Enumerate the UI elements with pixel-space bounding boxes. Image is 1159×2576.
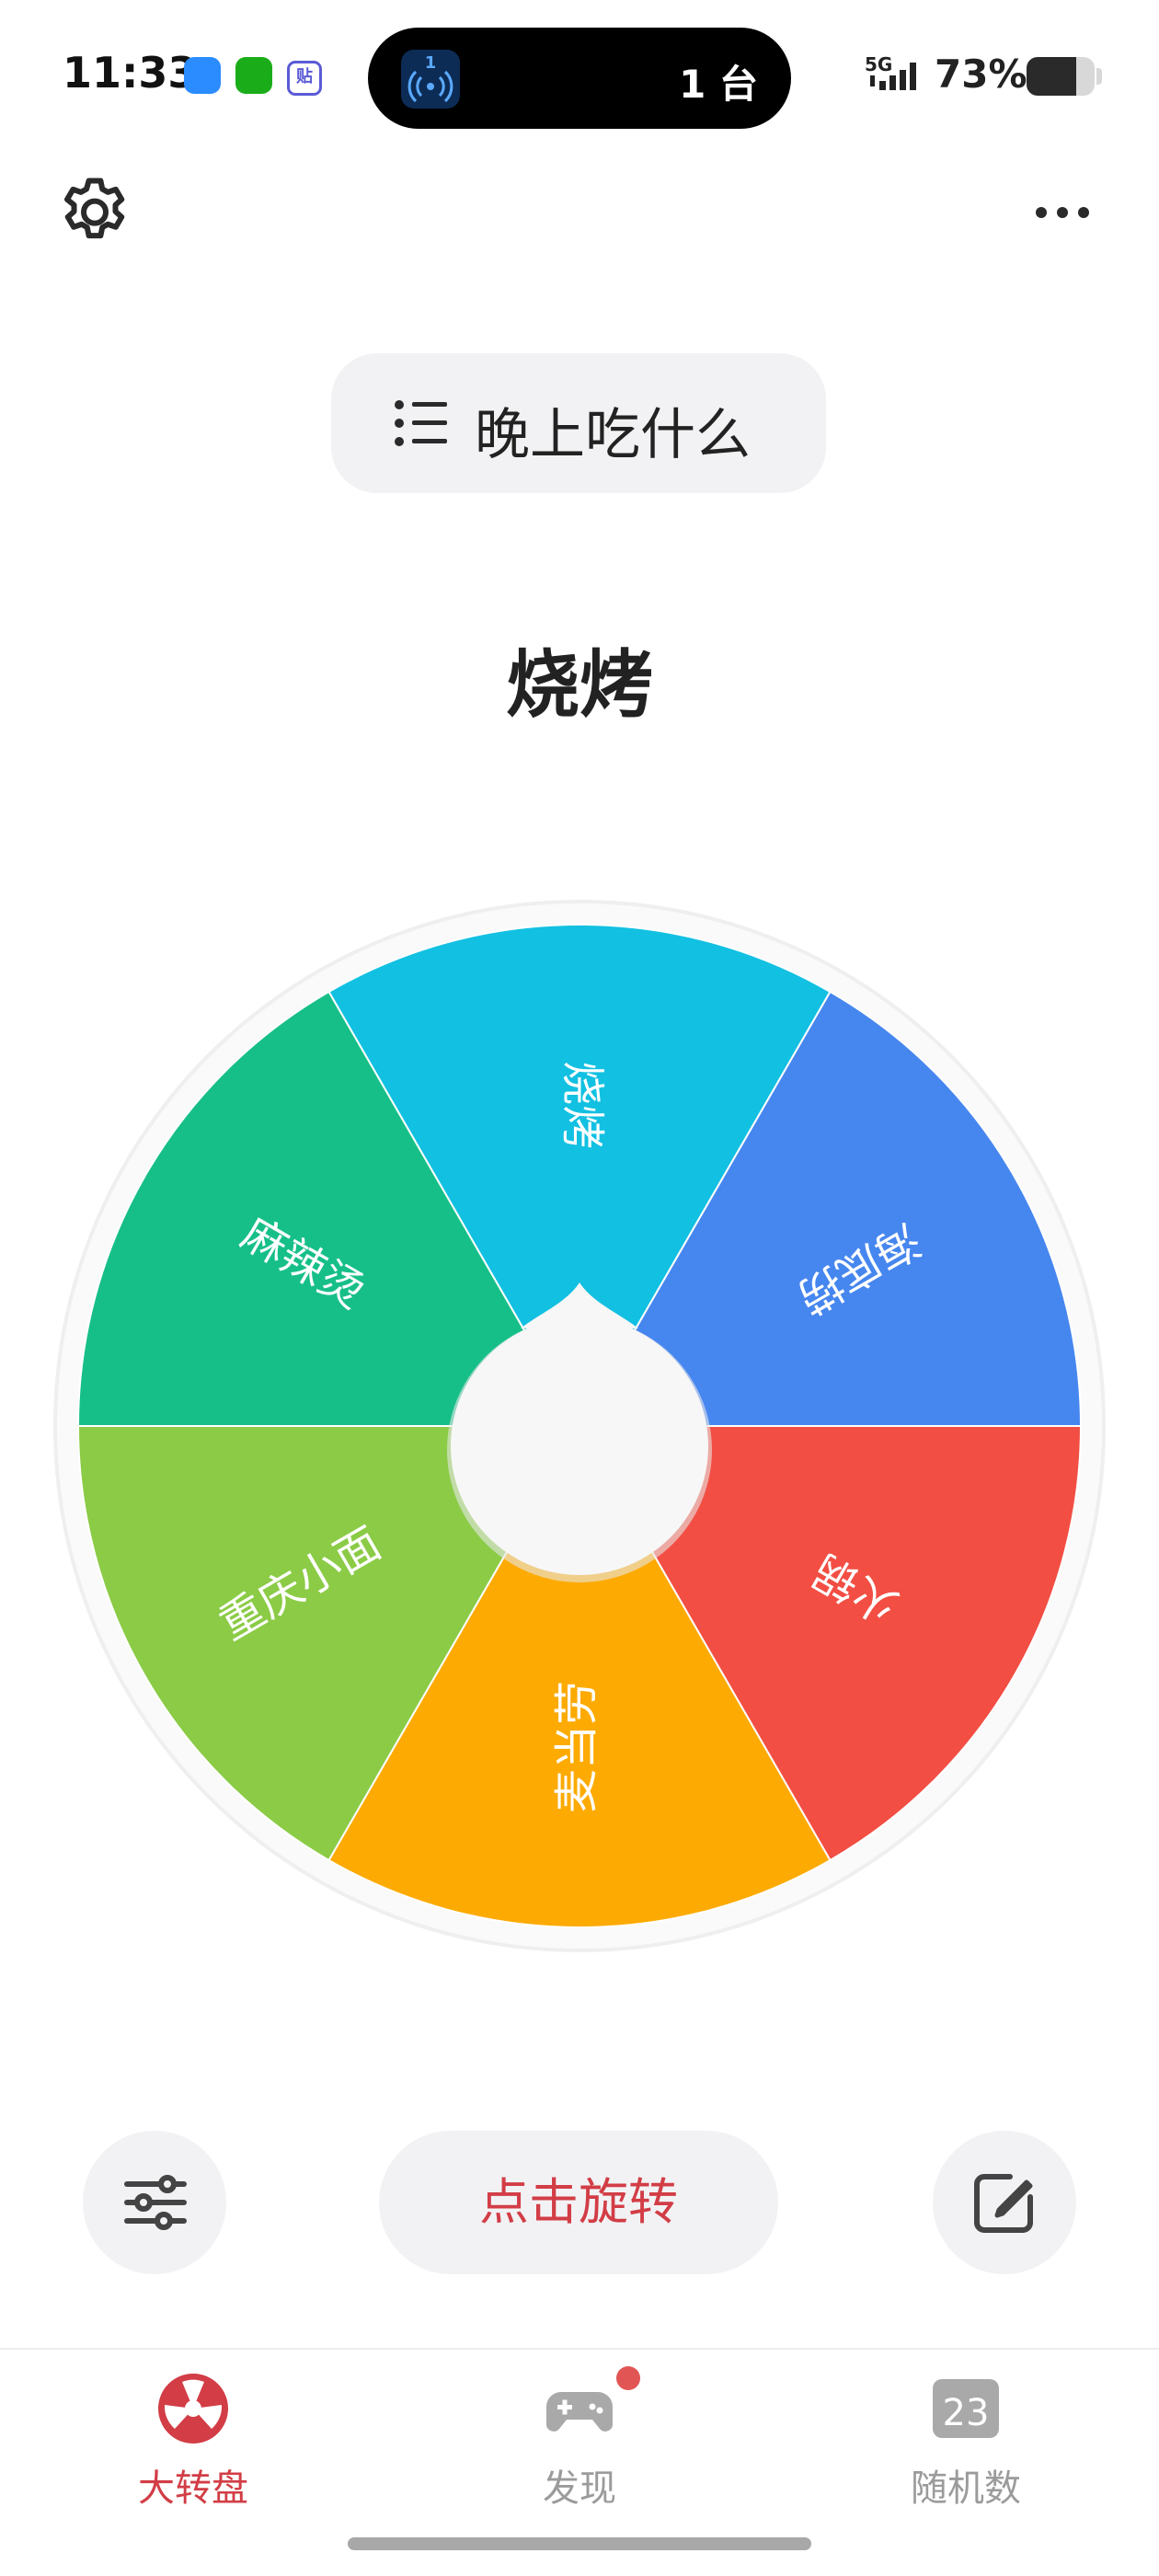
gamepad-icon [546,2392,613,2432]
list-selector-button[interactable]: 晚上吃什么 [331,353,826,493]
battery-tip [1096,68,1102,85]
edit-icon [974,2174,1033,2233]
notification-dot [616,2366,640,2390]
edit-button[interactable] [933,2131,1076,2274]
tab-wheel[interactable]: 大转盘 [55,2372,331,2528]
status-time: 11:33 [63,48,198,98]
wheel-tab-icon [158,2374,228,2444]
gear-icon [64,178,125,239]
battery-percent: 73% [935,52,1027,97]
settings-button[interactable] [53,171,136,254]
home-indicator [348,2537,811,2550]
battery-icon [1027,57,1095,96]
tab-random-number[interactable]: 23 随机数 [828,2372,1104,2528]
spin-button[interactable]: 点击旋转 [379,2131,778,2274]
island-device-count: 1 台 [679,62,758,107]
wheel-segment-label: 烧烤 [557,1061,608,1149]
tieba-notification-icon: 贴 [287,61,322,96]
tab-label: 随机数 [911,2467,1021,2510]
dynamic-island[interactable]: 1 1 台 [368,28,791,129]
more-horizontal-icon [1036,207,1089,218]
random-number-icon-text: 23 [943,2392,990,2434]
browser-notification-icon [184,57,221,94]
sliders-icon [124,2175,187,2230]
more-button[interactable] [1021,190,1104,236]
battery-fill [1027,57,1077,96]
spin-result: 烧烤 [506,642,653,728]
list-title: 晚上吃什么 [475,403,751,467]
status-bar: 11:33 贴 1 1 台 5G 73% [0,0,1159,156]
wheel-graphic: 烧烤海底捞火锅麦当劳重庆小面麻辣烫 [53,900,1106,1952]
wheel-segment-label: 麦当劳 [551,1681,602,1813]
list-icon [395,400,447,446]
app-screen: 11:33 贴 1 1 台 5G 73% 晚上吃什么 烧烤 烧烤 海底捞 火锅 … [0,0,1159,2576]
broadcast-icon: 1 [401,50,460,109]
calendar-number-icon: 23 [933,2379,999,2438]
options-button[interactable] [83,2131,226,2274]
spin-wheel[interactable]: 烧烤 海底捞 火锅 麦当劳 重庆小面 麻辣烫 [52,898,1107,1954]
tab-label: 大转盘 [138,2467,248,2510]
wechat-notification-icon [235,57,272,94]
tab-discover[interactable]: 发现 [442,2366,717,2528]
tab-label: 发现 [543,2467,616,2510]
